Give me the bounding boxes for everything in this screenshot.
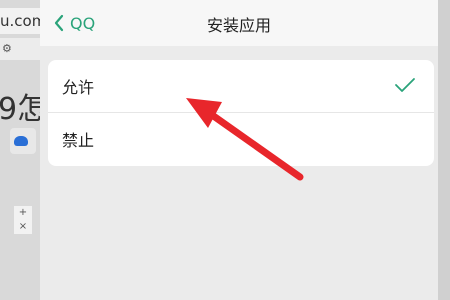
- plus-icon: +: [18, 207, 28, 218]
- close-icon: ×: [18, 221, 28, 232]
- background-heading-text: 9怎: [0, 92, 40, 127]
- top-navigation-bar: QQ 安装应用: [40, 0, 438, 46]
- page-title: 安装应用: [206, 16, 271, 35]
- background-app-icon: [14, 136, 28, 146]
- option-allow-label: 允许: [62, 78, 95, 97]
- background-url-text: u.com: [0, 8, 40, 34]
- option-deny[interactable]: 禁止: [48, 113, 434, 165]
- option-deny-label: 禁止: [62, 131, 95, 150]
- background-toolbar-strip: ⚙: [0, 38, 40, 60]
- background-grid-icons: + ×: [14, 206, 32, 234]
- background-right-edge: [438, 0, 450, 300]
- option-allow[interactable]: 允许: [48, 60, 434, 113]
- gear-icon: ⚙: [2, 42, 12, 55]
- install-app-settings-panel: QQ 安装应用 允许 禁止: [40, 0, 438, 300]
- permission-options-list: 允许 禁止: [48, 60, 434, 166]
- checkmark-icon: [394, 76, 416, 98]
- background-left-panel: u.com ⚙ 9怎 + ×: [0, 0, 40, 300]
